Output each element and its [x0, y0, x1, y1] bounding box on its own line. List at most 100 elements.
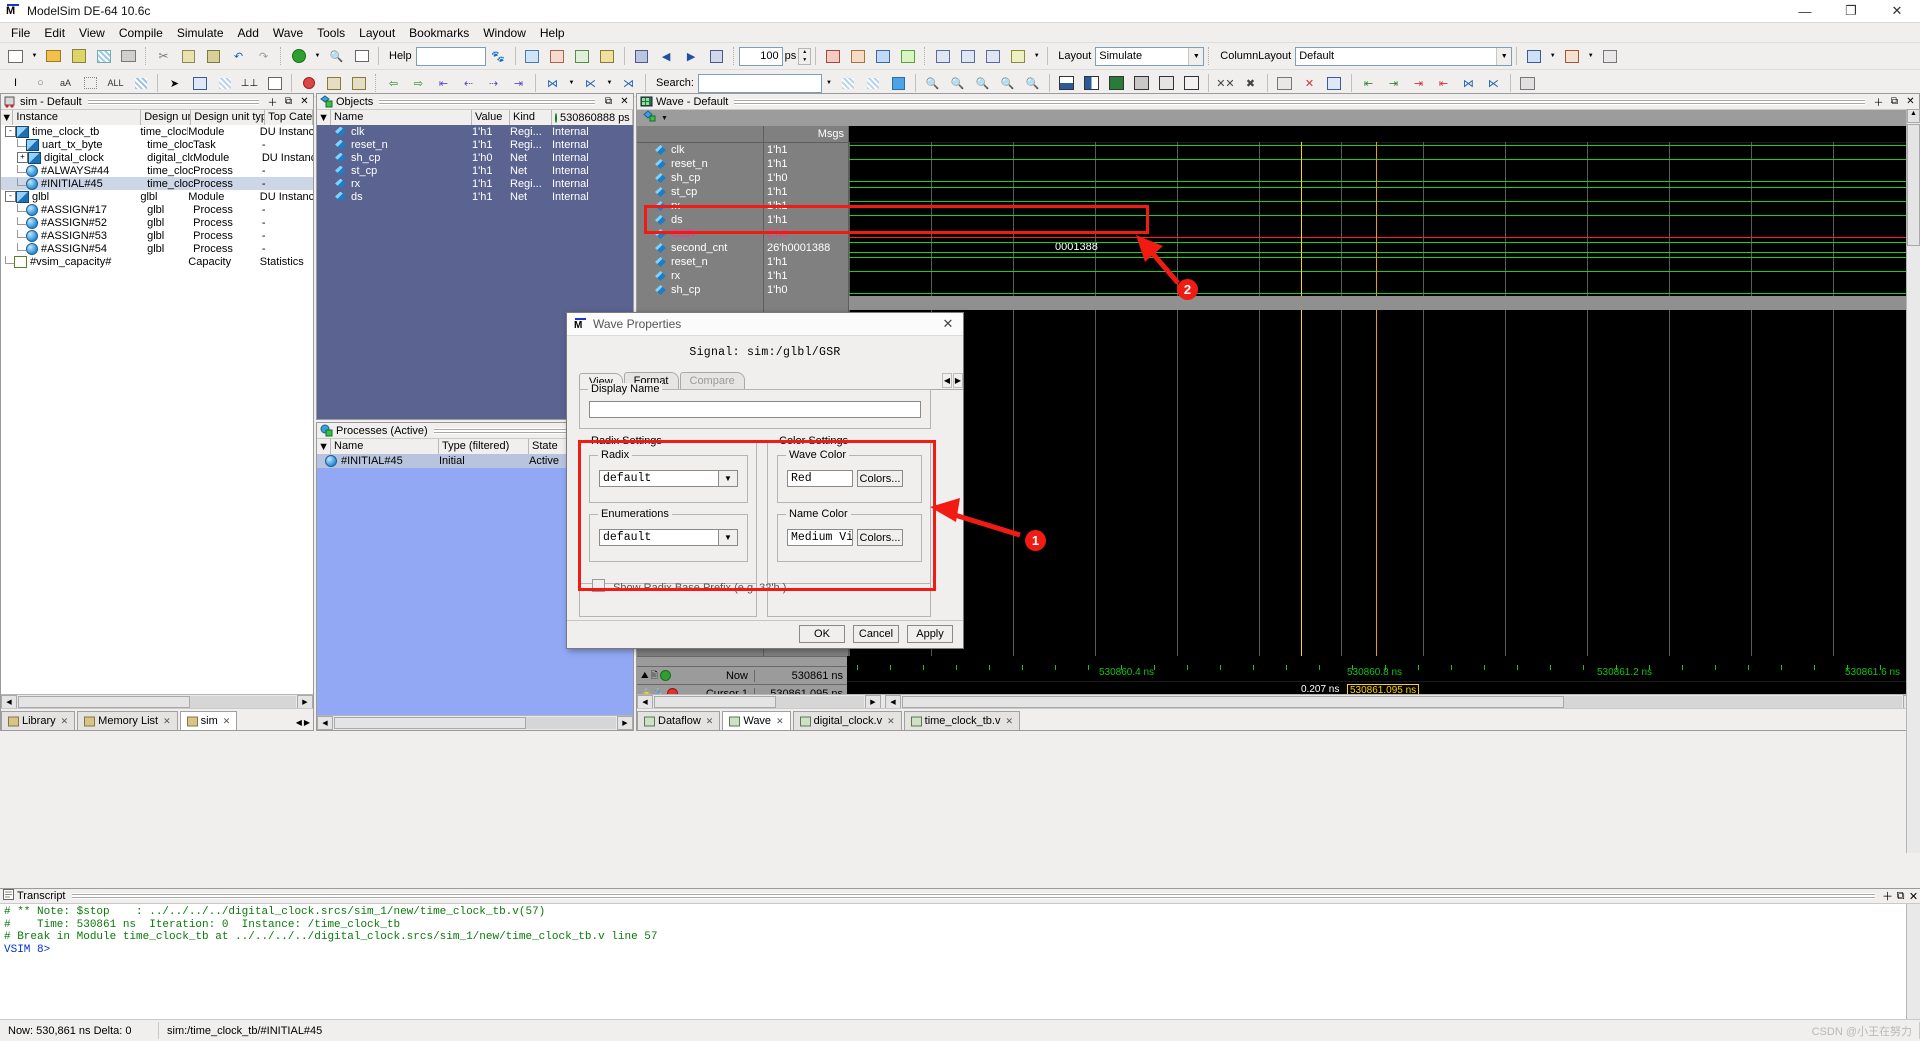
sim-col-instance[interactable]: Instance [13, 110, 142, 126]
objects-col-value[interactable]: Value [472, 110, 510, 126]
help-search-icon[interactable]: 🐾 [487, 45, 510, 68]
grid-remove-icon[interactable]: ✕ [1298, 72, 1321, 95]
cursor-lock-icon[interactable]: ✕✕ [1214, 72, 1237, 95]
processes-hscrollbar[interactable]: ◀ ▶ [317, 715, 633, 730]
zoom-range-icon[interactable]: 🔍 [996, 72, 1019, 95]
nav-prev-icon[interactable]: ⇦ [382, 72, 405, 95]
zoom-out-icon[interactable]: 🔍 [946, 72, 969, 95]
print-icon[interactable] [117, 45, 140, 68]
wave-signal-row[interactable]: st_cp [637, 185, 763, 199]
sim-col-design-unit[interactable]: Design unit [141, 110, 192, 126]
coverage-icon[interactable] [1006, 45, 1029, 68]
wave-color-colors-button[interactable]: Colors... [857, 470, 903, 487]
list-item[interactable]: sh_cp 1'h0 Net Internal [317, 151, 633, 164]
transcript-undock-icon[interactable]: ⧉ [1894, 890, 1907, 903]
objects-col-kind[interactable]: Kind [510, 110, 552, 126]
transcript-vscrollbar[interactable] [1906, 904, 1920, 1019]
pointer-tool-icon[interactable]: ➤ [163, 72, 186, 95]
objects-panel-close-icon[interactable]: ✕ [617, 94, 632, 109]
tab-close-icon[interactable]: ✕ [163, 716, 171, 727]
wave-hscrollbar[interactable]: ◀ ▶ ◀ ▶ [637, 694, 1919, 709]
sim-scroll-right-icon[interactable]: ▶ [297, 695, 313, 709]
menu-file[interactable]: File [4, 24, 37, 42]
cursor-delete-icon[interactable]: ✖ [1239, 72, 1262, 95]
sim-filter-icon[interactable]: ▼ [1, 110, 14, 126]
tab-close-icon[interactable]: ✕ [223, 716, 231, 727]
menu-bookmarks[interactable]: Bookmarks [402, 24, 476, 42]
menu-window[interactable]: Window [476, 24, 533, 42]
list-item[interactable]: clk 1'h1 Regi... Internal [317, 125, 633, 138]
run-all-icon[interactable]: ▶ [680, 45, 703, 68]
wave-bookmark-icon[interactable] [1560, 45, 1583, 68]
grid-settings-icon[interactable] [1273, 72, 1296, 95]
run-icon[interactable] [630, 45, 653, 68]
sim-col-top-category[interactable]: Top Categor [265, 110, 313, 126]
menu-layout[interactable]: Layout [352, 24, 402, 42]
step-out-icon[interactable] [981, 45, 1004, 68]
sim-panel-grip[interactable] [87, 98, 259, 105]
layout-combo[interactable]: Simulate ▼ [1095, 46, 1205, 66]
objects-col-name[interactable]: Name [331, 110, 472, 126]
nav-next-icon[interactable]: ⇨ [407, 72, 430, 95]
wave-zoom-dropdown-icon[interactable]: ▼ [1547, 45, 1558, 68]
cut-icon[interactable]: ✂ [152, 45, 175, 68]
wave-vscrollbar[interactable]: ▲ [1906, 109, 1920, 853]
nav-last-icon[interactable]: ⇥ [507, 72, 530, 95]
measure-icon[interactable]: ⊥⊥ [238, 72, 261, 95]
table-row[interactable]: #ALWAYS#44 time_clock_tbProcess - [1, 164, 313, 177]
wave-grid-icon[interactable] [1598, 45, 1621, 68]
table-row[interactable]: uart_tx_byte time_clock_tbTask - [1, 138, 313, 151]
tab-compare[interactable]: Compare [679, 372, 745, 389]
cancel-button[interactable]: Cancel [853, 625, 899, 643]
transcript-dock-icon[interactable]: ＋ [1881, 888, 1894, 904]
menu-view[interactable]: View [72, 24, 112, 42]
table-row[interactable]: #ASSIGN#52 glbl Process - [1, 216, 313, 229]
run-length-stepper[interactable]: ▲ ▼ [798, 47, 812, 65]
indent-icon[interactable] [79, 72, 102, 95]
wave-signal-row[interactable]: rx [637, 269, 763, 283]
wave-collapse-icon[interactable]: ⇤ [1432, 72, 1455, 95]
paste-icon[interactable] [202, 45, 225, 68]
sim-col-design-unit-type[interactable]: Design unit type [191, 110, 266, 126]
menu-tools[interactable]: Tools [310, 24, 352, 42]
sim-panel-undock-icon[interactable]: ⧉ [281, 94, 296, 109]
expand-all-icon[interactable]: ⋊ [617, 72, 640, 95]
tab-close-icon[interactable]: ✕ [1005, 716, 1013, 727]
collapse-tree-icon[interactable]: ⋉ [579, 72, 602, 95]
table-row[interactable]: #ASSIGN#17 glbl Process - [1, 203, 313, 216]
wave-signal-icon[interactable] [643, 110, 657, 126]
sim-tab-library[interactable]: Library ✕ [1, 711, 76, 730]
sim-scroll-left-icon[interactable]: ◀ [1, 695, 17, 709]
menu-help[interactable]: Help [533, 24, 572, 42]
search-prev-icon[interactable] [837, 72, 860, 95]
ok-button[interactable]: OK [799, 625, 845, 643]
wave-signal-row[interactable]: ds [637, 213, 763, 227]
dialog-close-icon[interactable]: ✕ [933, 316, 963, 332]
wave-tab-digital-clock-v[interactable]: digital_clock.v ✕ [792, 711, 902, 730]
search-dropdown-icon[interactable]: ▼ [823, 72, 835, 95]
tree-expander[interactable]: + [17, 152, 28, 163]
table-row[interactable]: #ASSIGN#53 glbl Process - [1, 229, 313, 242]
processes-scroll-left-icon[interactable]: ◀ [317, 716, 333, 730]
sim-hscrollbar[interactable]: ◀ ▶ [1, 694, 313, 709]
menu-wave[interactable]: Wave [266, 24, 310, 42]
wave-view-2-icon[interactable] [1080, 72, 1103, 95]
display-name-input[interactable] [589, 401, 921, 418]
close-button[interactable]: ✕ [1874, 1, 1920, 22]
wave-name-rows[interactable]: clk reset_n sh_cp st_cp rx ds GSR second_cnt res… [637, 143, 763, 297]
highlight-icon[interactable] [129, 72, 152, 95]
wave-compare-icon[interactable] [213, 72, 236, 95]
minimize-button[interactable]: — [1782, 1, 1828, 22]
continue-sim-icon[interactable] [846, 45, 869, 68]
sim-tabs-scroll-right-icon[interactable]: ▶ [304, 718, 310, 727]
insert-cursor-icon[interactable]: I [4, 72, 27, 95]
wave-view-4-icon[interactable] [1130, 72, 1153, 95]
zoom-in-icon[interactable]: 🔍 [921, 72, 944, 95]
sim-tab-memory-list[interactable]: Memory List ✕ [77, 711, 178, 730]
wave-view-1-icon[interactable] [1055, 72, 1078, 95]
wave-bookmark-dropdown-icon[interactable]: ▼ [1585, 45, 1596, 68]
wave-cursor-2[interactable] [1376, 142, 1377, 730]
grid-add-icon[interactable] [1323, 72, 1346, 95]
wave-scroll-up-icon[interactable]: ▲ [1907, 109, 1920, 123]
wave-expand-icon[interactable]: ⇥ [1407, 72, 1430, 95]
